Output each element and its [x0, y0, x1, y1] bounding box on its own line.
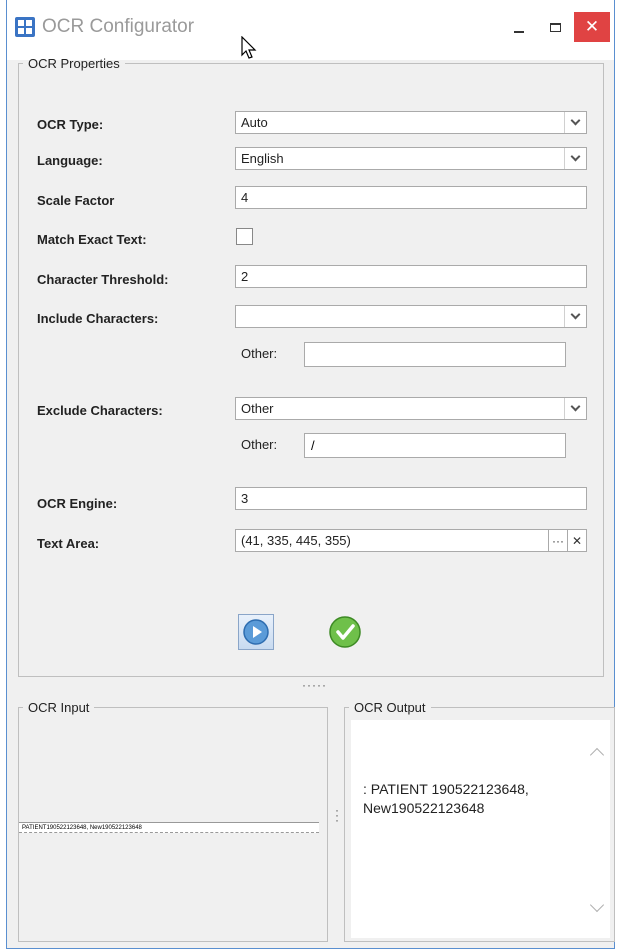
ocr-input-image: PATIENT190522123648, New190522123648	[19, 822, 319, 833]
window-title: OCR Configurator	[42, 16, 195, 37]
minimize-icon	[514, 31, 524, 33]
chevron-down-icon	[570, 151, 581, 162]
maximize-icon	[549, 22, 561, 32]
close-button[interactable]: ✕	[574, 12, 610, 42]
text-area-clear-button[interactable]: ✕	[567, 530, 586, 551]
include-characters-label: Include Characters:	[37, 311, 159, 326]
text-area-label: Text Area:	[37, 536, 100, 551]
scroll-up-icon[interactable]	[589, 747, 605, 763]
character-threshold-label: Character Threshold:	[37, 272, 169, 287]
ocr-output-textbox[interactable]: : PATIENT 190522123648, New190522123648	[351, 720, 610, 938]
ocr-type-label: OCR Type:	[37, 117, 104, 132]
run-ocr-button[interactable]	[238, 614, 274, 650]
match-exact-text-label: Match Exact Text:	[37, 232, 147, 247]
text-area-input[interactable]: (41, 335, 445, 355) ··· ✕	[235, 529, 587, 552]
ellipsis-icon: ···	[552, 533, 564, 548]
character-threshold-value: 2	[241, 269, 249, 284]
include-characters-dropdown-arrow[interactable]	[564, 306, 586, 327]
ocr-output-text: : PATIENT 190522123648, New190522123648	[363, 781, 529, 816]
app-icon	[15, 17, 35, 37]
language-dropdown-arrow[interactable]	[564, 148, 586, 169]
ocr-output-legend: OCR Output	[354, 700, 426, 715]
exclude-other-input[interactable]: /	[304, 433, 566, 458]
language-dropdown[interactable]: English	[235, 147, 587, 170]
ocr-input-group: OCR Input	[18, 700, 328, 942]
minimize-button[interactable]	[501, 12, 537, 42]
exclude-other-value: /	[311, 438, 315, 453]
exclude-characters-value: Other	[241, 401, 274, 416]
clear-icon: ✕	[571, 533, 583, 548]
ocr-engine-input[interactable]: 3	[235, 487, 587, 510]
include-other-input[interactable]	[304, 342, 566, 367]
title-bar[interactable]: OCR Configurator ✕	[7, 0, 614, 60]
ocr-engine-value: 3	[241, 491, 249, 506]
vertical-splitter[interactable]: · · ·	[334, 804, 340, 826]
scale-factor-value: 4	[241, 190, 249, 205]
ocr-input-legend: OCR Input	[28, 700, 90, 715]
close-icon: ✕	[584, 17, 600, 36]
check-icon	[329, 616, 361, 648]
scale-factor-input[interactable]: 4	[235, 186, 587, 209]
maximize-button[interactable]	[537, 12, 573, 42]
ocr-type-value: Auto	[241, 115, 268, 130]
language-label: Language:	[37, 153, 103, 168]
text-area-browse-button[interactable]: ···	[548, 530, 567, 551]
ocr-type-dropdown-arrow[interactable]	[564, 112, 586, 133]
ocr-type-dropdown[interactable]: Auto	[235, 111, 587, 134]
exclude-characters-label: Exclude Characters:	[37, 403, 163, 418]
exclude-other-label: Other:	[241, 437, 278, 452]
chevron-down-icon	[570, 115, 581, 126]
scale-factor-label: Scale Factor	[37, 193, 115, 208]
include-characters-dropdown[interactable]	[235, 305, 587, 328]
exclude-characters-dropdown-arrow[interactable]	[564, 398, 586, 419]
character-threshold-input[interactable]: 2	[235, 265, 587, 288]
ocr-engine-label: OCR Engine:	[37, 496, 118, 511]
include-other-label: Other:	[241, 346, 278, 361]
ocr-configurator-window: OCR Configurator ✕ OCR Properties OCR Ty…	[6, 0, 615, 949]
horizontal-splitter[interactable]: ·····	[302, 678, 327, 692]
language-value: English	[241, 151, 284, 166]
chevron-down-icon	[570, 309, 581, 320]
ocr-properties-legend: OCR Properties	[28, 56, 120, 71]
scroll-down-icon[interactable]	[589, 897, 605, 913]
play-icon	[243, 619, 269, 645]
exclude-characters-dropdown[interactable]: Other	[235, 397, 587, 420]
apply-button[interactable]	[327, 614, 363, 650]
match-exact-text-checkbox[interactable]	[236, 228, 253, 245]
text-area-value: (41, 335, 445, 355)	[241, 533, 351, 548]
chevron-down-icon	[570, 401, 581, 412]
